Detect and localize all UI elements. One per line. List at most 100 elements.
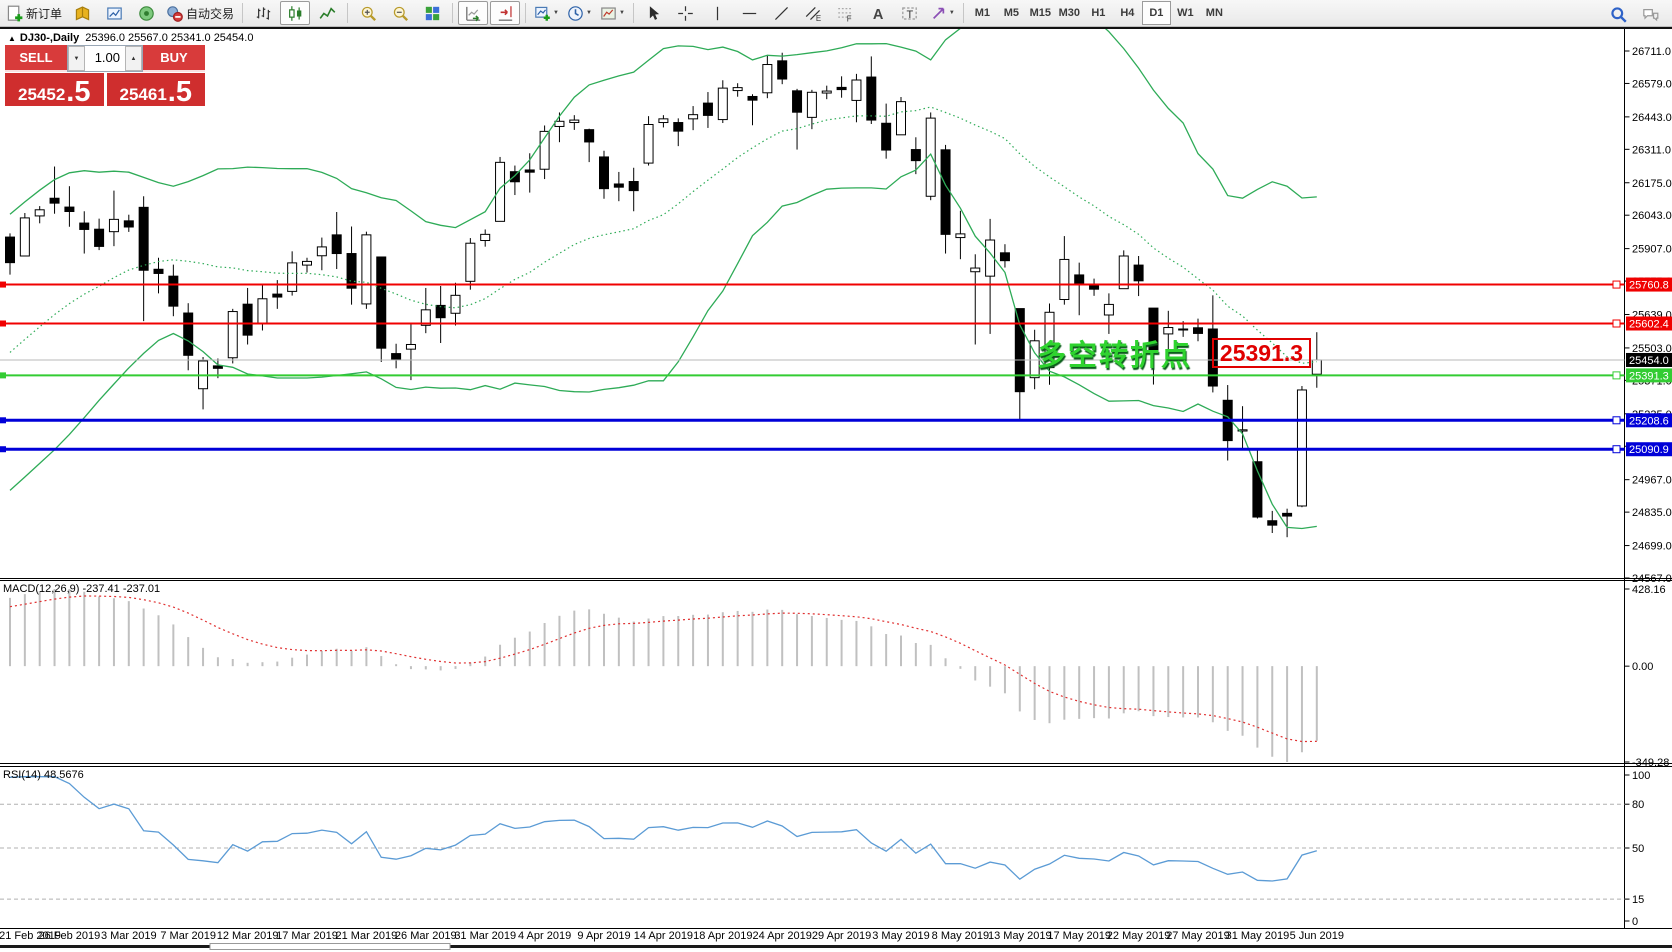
candle [20,218,29,256]
candle [956,234,965,238]
horizontal-line-anchor[interactable] [0,417,6,423]
sell-price[interactable]: 25452 .5 [5,73,104,106]
bollinger-upper-band [10,29,1317,228]
candle [466,243,475,281]
chart-annotation-value[interactable]: 25391.3 [1212,338,1311,368]
sound-button[interactable] [131,1,161,25]
chart-annotation-text[interactable]: 多空转折点 [1037,332,1192,374]
template-button[interactable]: ▼ [597,1,628,25]
candle [748,96,757,100]
date-label: 24 Apr 2019 [753,930,812,942]
label-button[interactable]: T [895,1,925,25]
rsi-axis-label: 80 [1632,799,1644,811]
line-chart-icon [319,5,336,22]
candle [228,312,237,358]
chat-icon [1642,6,1659,23]
volume-up-button[interactable]: ▲ [125,46,142,71]
timeframe-mn-button[interactable]: MN [1200,1,1229,25]
bar-chart-button[interactable] [248,1,278,25]
chevron-down-icon[interactable]: ▼ [553,10,559,16]
timeframe-m15-button[interactable]: M15 [1026,1,1055,25]
date-label: 29 Apr 2019 [812,930,871,942]
text-button[interactable]: A [863,1,893,25]
horizontal-line-anchor[interactable] [0,372,6,378]
date-label: 17 Mar 2019 [276,930,338,942]
directory-button[interactable] [67,1,97,25]
candle [585,130,594,142]
sell-button[interactable]: SELL [5,45,67,72]
volume-input[interactable]: 1.00 [85,46,125,71]
candle [1283,513,1292,516]
price-line-label-text: 25760.8 [1629,280,1669,292]
fibo-button[interactable]: F [831,1,861,25]
chat-button[interactable] [1635,2,1665,26]
date-label: 14 Apr 2019 [634,930,693,942]
timeframe-m5-button[interactable]: M5 [997,1,1026,25]
timeframe-h1-button[interactable]: H1 [1084,1,1113,25]
collapse-panel-icon[interactable]: ▲ [8,34,16,43]
chart-canvas[interactable]: 26711.026579.026443.026311.026175.026043… [0,29,1672,952]
date-label: 21 Mar 2019 [336,930,398,942]
zoom-in-button[interactable] [353,1,383,25]
vline-button[interactable] [703,1,733,25]
candle [332,235,341,254]
scrollbar-thumb[interactable] [210,944,450,950]
price-axis-label: 26311.0 [1632,144,1671,156]
chevron-down-icon[interactable]: ▼ [949,10,955,16]
timeframe-h4-button[interactable]: H4 [1113,1,1142,25]
crosshair-button[interactable] [671,1,701,25]
candle [882,123,891,150]
search-button[interactable] [1603,2,1633,26]
candle [778,61,787,79]
toolbar-button-label: 自动交易 [186,5,234,22]
one-click-trading-panel: SELL ▼ 1.00 ▲ BUY 25452 .5 25461 .5 [5,45,205,106]
auto-scroll-button[interactable] [458,1,488,25]
tile-windows-button[interactable] [417,1,447,25]
shapes-button[interactable]: ▼ [927,1,958,25]
channel-button[interactable]: E [799,1,829,25]
candle [35,210,44,216]
horizontal-line-anchor[interactable] [0,446,6,452]
volume-down-button[interactable]: ▼ [68,46,85,71]
candle-chart-button[interactable] [280,1,310,25]
search-icon [1610,6,1627,23]
line-chart-button[interactable] [312,1,342,25]
cursor-button[interactable] [639,1,669,25]
macd-label: MACD(12,26,9) -237.41 -237.01 [3,583,160,595]
chevron-down-icon[interactable]: ▼ [586,10,592,16]
timeframe-m30-button[interactable]: M30 [1055,1,1084,25]
horizontal-line-anchor[interactable] [0,282,6,288]
date-label: 18 Apr 2019 [693,930,752,942]
candle [822,91,831,93]
hline-button[interactable] [735,1,765,25]
zoom-in-icon [360,5,377,22]
period-button[interactable]: ▼ [564,1,595,25]
horizontal-line-anchor[interactable] [0,320,6,326]
candle [837,87,846,89]
zoom-out-button[interactable] [385,1,415,25]
candle [303,261,312,265]
chevron-down-icon[interactable]: ▼ [619,10,625,16]
timeframe-m1-button[interactable]: M1 [968,1,997,25]
trendline-button[interactable] [767,1,797,25]
candle [763,65,772,93]
auto-scroll-icon [465,5,482,22]
date-label: 17 May 2019 [1047,930,1111,942]
date-label: 3 May 2019 [872,930,929,942]
candle [525,170,534,172]
data-window-button[interactable] [99,1,129,25]
candle [406,344,415,349]
price-axis-label: 24835.0 [1632,507,1672,519]
buy-button[interactable]: BUY [143,45,205,72]
new-chart-button[interactable]: ▼ [531,1,562,25]
crosshair-icon [677,5,694,22]
toolbar: 新订单 自动交易 ▼ ▼ ▼ EFAT ▼ M1M5M15M30H1H4D1W1MN [0,0,1672,27]
timeframe-w1-button[interactable]: W1 [1171,1,1200,25]
date-label: 4 Apr 2019 [518,930,571,942]
timeframe-d1-button[interactable]: D1 [1142,1,1171,25]
buy-price[interactable]: 25461 .5 [107,73,206,106]
new-order-button[interactable]: 新订单 [3,1,65,25]
date-label: 26 Mar 2019 [395,930,457,942]
chart-shift-button[interactable] [490,1,520,25]
autotrade-button[interactable]: 自动交易 [163,1,237,25]
